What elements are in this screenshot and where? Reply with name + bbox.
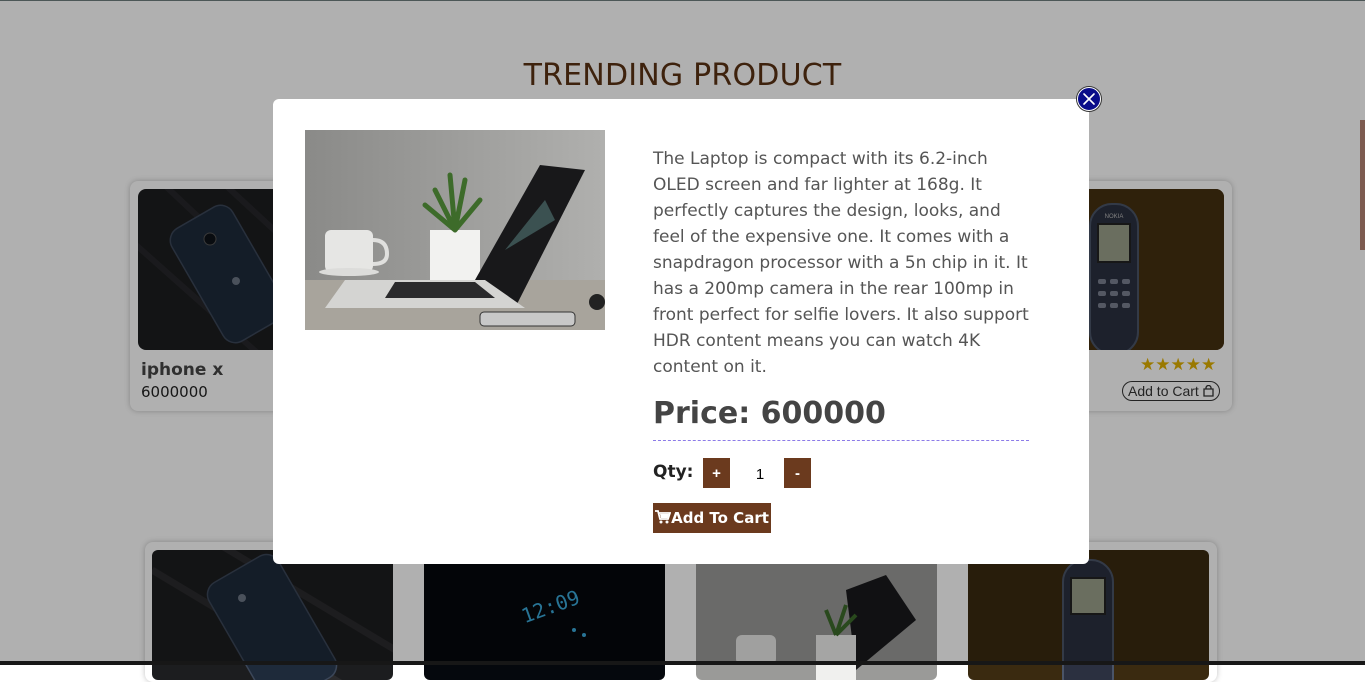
product-detail-modal: The Laptop is compact with its 6.2-inch … bbox=[273, 99, 1089, 564]
add-to-cart-label: Add To Cart bbox=[671, 509, 769, 527]
close-icon bbox=[1078, 88, 1100, 110]
qty-label: Qty: bbox=[653, 462, 694, 482]
add-to-cart-button[interactable]: Add To Cart bbox=[653, 503, 771, 533]
modal-close-button[interactable] bbox=[1077, 87, 1101, 111]
qty-decrease-button[interactable]: - bbox=[784, 458, 811, 488]
product-image-laptop bbox=[305, 130, 605, 330]
qty-input[interactable] bbox=[734, 458, 786, 490]
product-description: The Laptop is compact with its 6.2-inch … bbox=[653, 149, 1029, 377]
product-price-heading: Price: 600000 bbox=[653, 396, 1029, 441]
qty-increase-button[interactable]: + bbox=[703, 458, 730, 488]
cart-icon bbox=[655, 509, 672, 527]
